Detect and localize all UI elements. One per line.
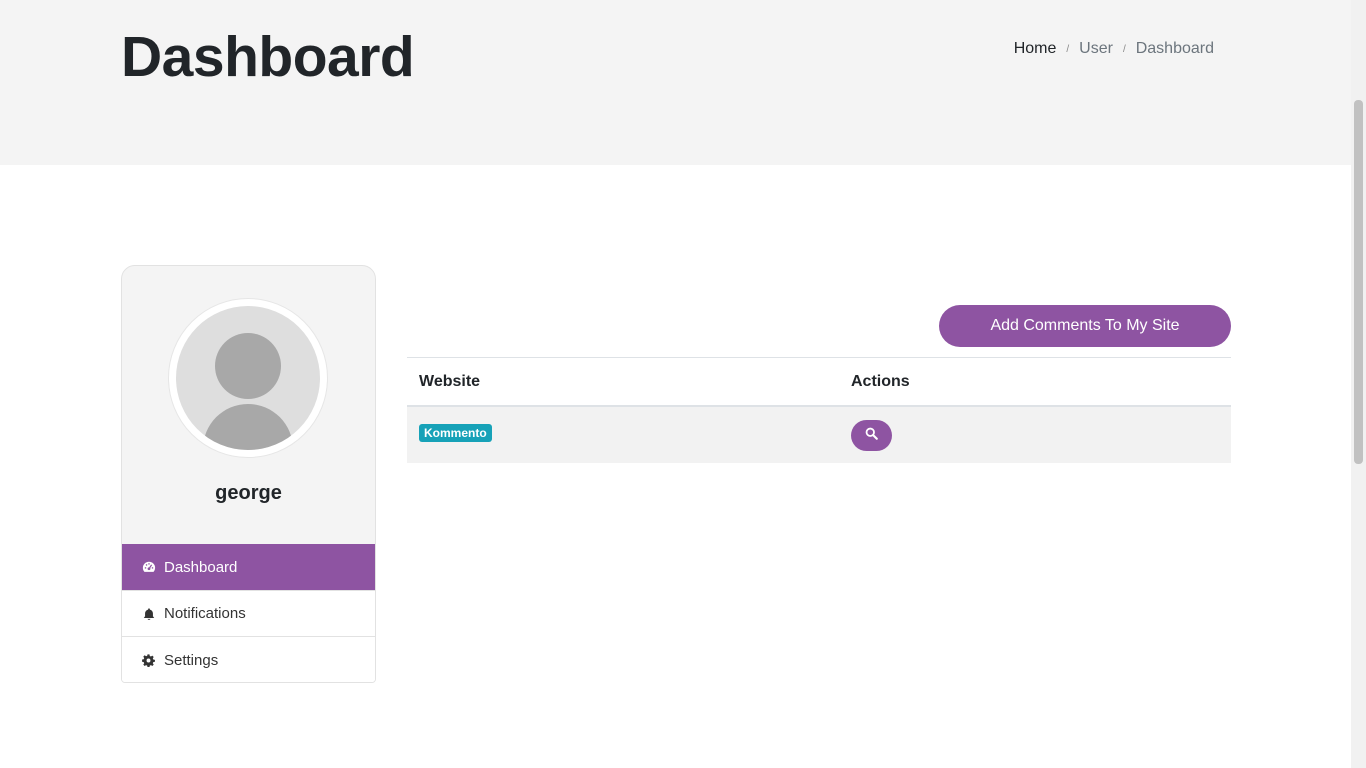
menu-item-label: Dashboard [164,558,238,576]
username: george [215,482,282,504]
add-comments-button[interactable]: Add Comments To My Site [939,305,1231,347]
table-row: Kommento [407,407,1231,463]
view-website-button[interactable] [851,419,892,451]
page-title: Dashboard [121,25,415,89]
breadcrumb-home-link[interactable]: Home [1014,40,1057,58]
menu-item-notifications[interactable]: Notifications [122,591,375,637]
search-icon [865,427,878,443]
profile-menu: Dashboard Notifications Settings [122,544,375,682]
breadcrumb-separator: / [1122,43,1126,55]
avatar [168,298,328,458]
menu-item-settings[interactable]: Settings [122,637,375,682]
gear-icon [141,653,156,668]
table-header: Website Actions [407,357,1231,407]
breadcrumb-user-link[interactable]: User [1079,40,1113,58]
scrollbar-thumb[interactable] [1354,100,1363,464]
page: Dashboard Home / User / Dashboard george [0,0,1351,768]
actions-cell [851,419,1231,451]
tachometer-icon [141,560,156,575]
column-header-actions: Actions [851,372,910,390]
column-header-website: Website [419,372,481,390]
vertical-scrollbar[interactable] [1351,0,1366,768]
page-header: Dashboard Home / User / Dashboard [0,0,1351,165]
profile-card: george Dashboard Notifications Settings [121,265,376,683]
breadcrumb: Home / User / Dashboard [1014,40,1214,58]
website-badge[interactable]: Kommento [419,424,492,442]
bell-icon [141,606,156,621]
breadcrumb-current: Dashboard [1135,40,1214,57]
menu-item-dashboard[interactable]: Dashboard [122,544,375,591]
user-avatar-icon [176,306,320,450]
menu-item-label: Settings [164,651,219,669]
websites-table: Website Actions Kommento [407,357,1231,463]
breadcrumb-separator: / [1066,43,1070,55]
menu-item-label: Notifications [164,605,246,622]
website-cell: Kommento [407,407,851,442]
